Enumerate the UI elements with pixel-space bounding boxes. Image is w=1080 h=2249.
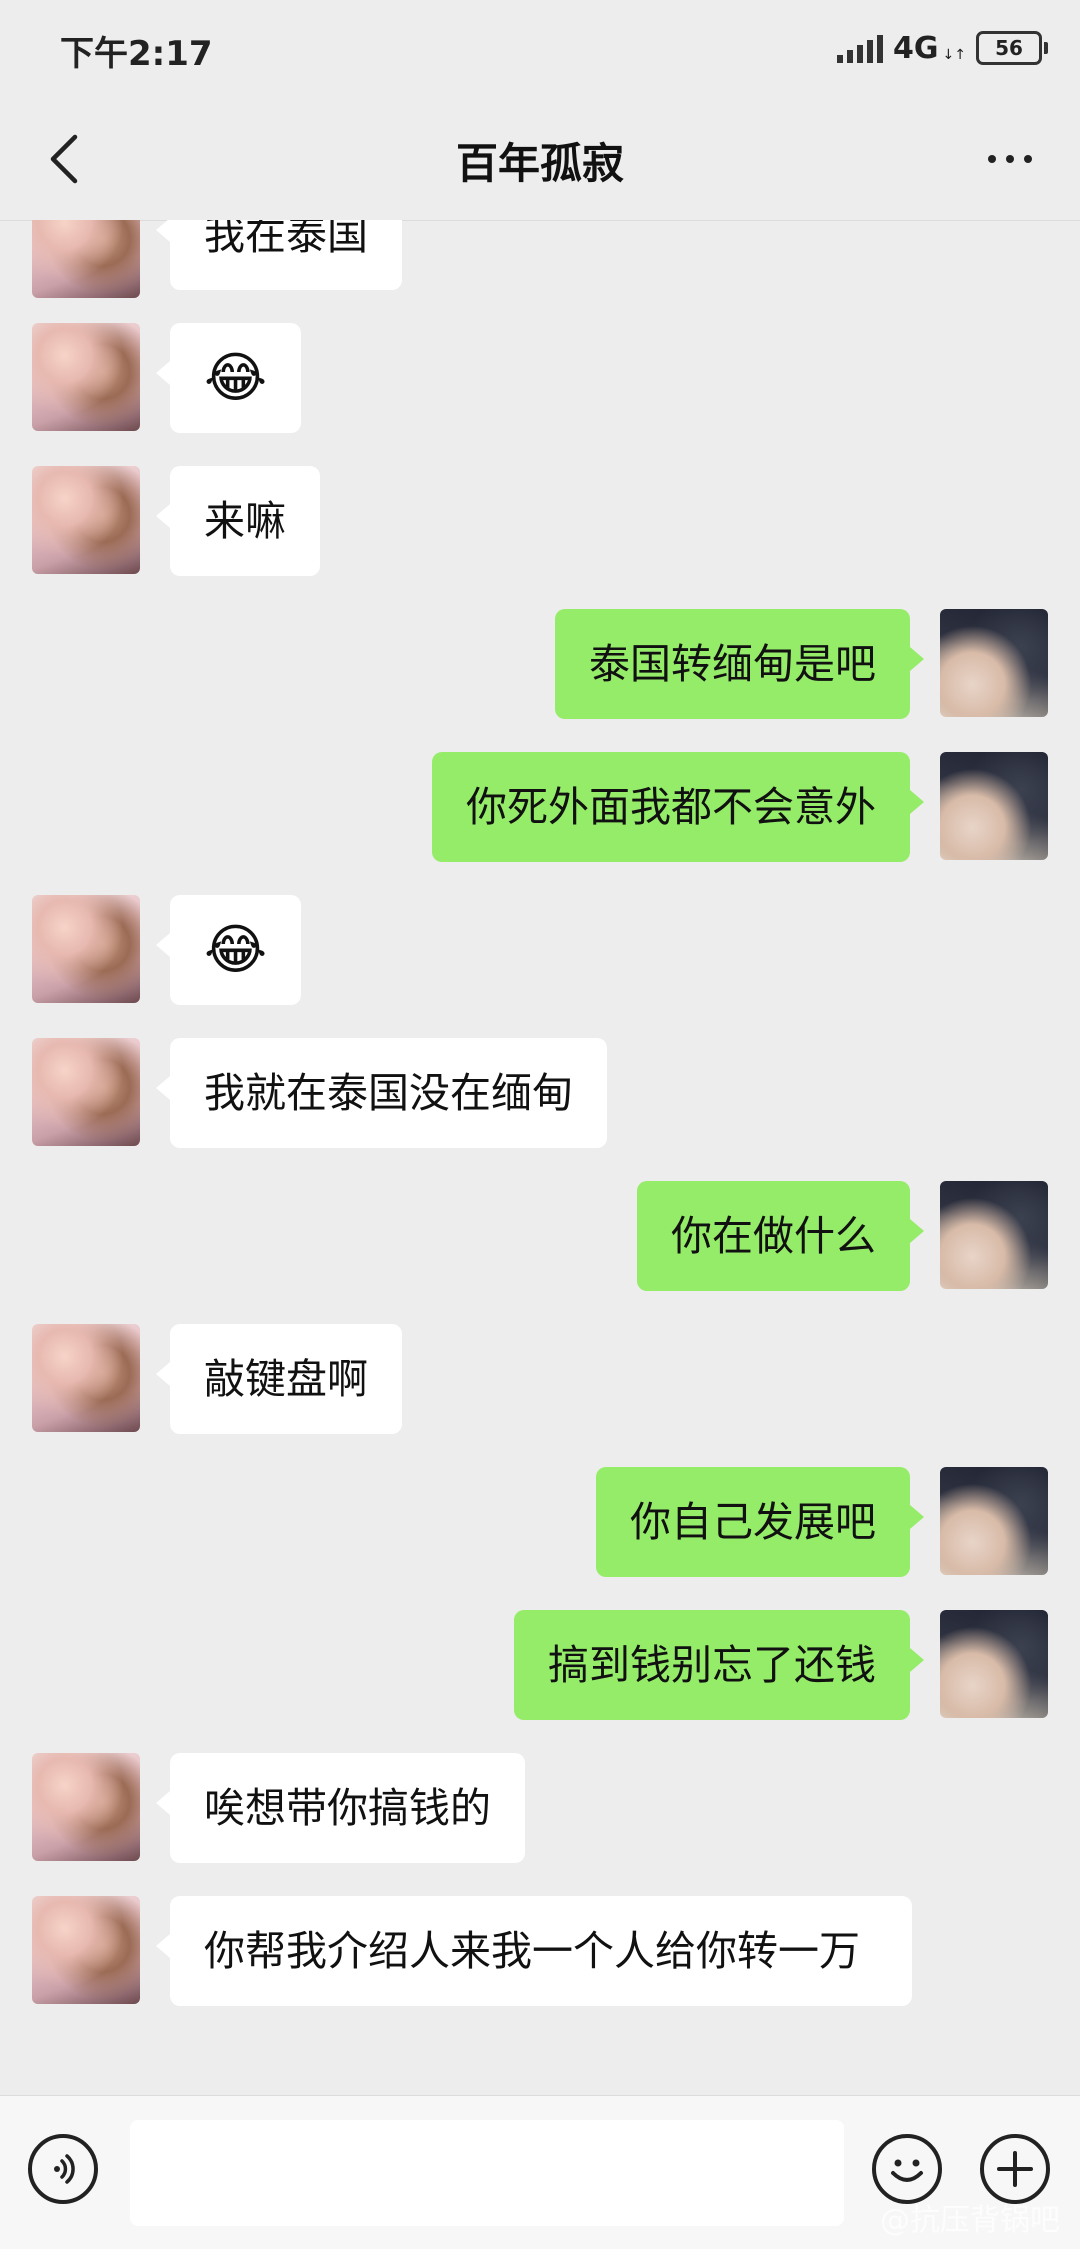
sent-message-bubble[interactable]: 你在做什么	[637, 1181, 924, 1291]
contact-avatar[interactable]	[32, 1324, 140, 1432]
chat-header: 百年孤寂	[0, 96, 1080, 221]
sent-message-bubble[interactable]: 你死外面我都不会意外	[432, 752, 924, 862]
battery-icon: 56	[976, 31, 1048, 65]
received-message-bubble[interactable]: 我在泰国	[156, 220, 402, 290]
message-list[interactable]: 我在泰国 😂 来嘛 泰国转缅甸是吧 你死外面我都不会意外 😂 我就在泰国没在缅甸…	[0, 220, 1080, 2095]
received-message-bubble[interactable]: 我就在泰国没在缅甸	[156, 1038, 607, 1148]
received-emoji-bubble[interactable]: 😂	[155, 895, 302, 1005]
status-time: 下午2:17	[60, 34, 213, 74]
contact-avatar[interactable]	[32, 895, 140, 1003]
contact-avatar[interactable]	[32, 1896, 140, 2004]
plus-icon	[997, 2151, 1033, 2187]
received-message-bubble[interactable]: 你帮我介绍人来我一个人给你转一万	[156, 1896, 912, 2006]
received-message-bubble[interactable]: 唉想带你搞钱的	[156, 1753, 525, 1863]
contact-avatar[interactable]	[32, 466, 140, 574]
my-avatar[interactable]	[940, 609, 1048, 717]
contact-avatar[interactable]	[32, 220, 140, 298]
received-message-bubble[interactable]: 来嘛	[156, 466, 320, 576]
network-type: 4G	[893, 30, 939, 66]
sent-message-bubble[interactable]: 搞到钱别忘了还钱	[514, 1610, 924, 1720]
status-indicators: 4G ↓↑ 56	[837, 26, 1048, 70]
my-avatar[interactable]	[940, 1181, 1048, 1289]
more-dot	[1024, 155, 1032, 163]
my-avatar[interactable]	[940, 1467, 1048, 1575]
more-button[interactable]	[970, 124, 1050, 194]
plus-button[interactable]	[980, 2134, 1050, 2204]
status-bar: 下午2:17 4G ↓↑ 56	[0, 0, 1080, 96]
contact-avatar[interactable]	[32, 323, 140, 431]
received-message-bubble[interactable]: 敲键盘啊	[156, 1324, 402, 1434]
signal-icon	[837, 33, 884, 63]
data-activity-icon: ↓↑	[942, 47, 966, 63]
voice-icon	[54, 2154, 75, 2184]
contact-avatar[interactable]	[32, 1753, 140, 1861]
chat-title: 百年孤寂	[455, 139, 624, 188]
sent-message-bubble[interactable]: 你自己发展吧	[596, 1467, 924, 1577]
my-avatar[interactable]	[940, 1610, 1048, 1718]
message-input[interactable]	[130, 2120, 844, 2226]
more-dot	[988, 155, 996, 163]
received-emoji-bubble[interactable]: 😂	[155, 323, 302, 433]
my-avatar[interactable]	[940, 752, 1048, 860]
sent-message-bubble[interactable]: 泰国转缅甸是吧	[555, 609, 924, 719]
watermark: @抗压背锅吧	[880, 2203, 1060, 2238]
voice-button[interactable]	[28, 2134, 98, 2204]
emoji-button[interactable]	[872, 2134, 942, 2204]
battery-level: 56	[995, 36, 1023, 60]
more-dot	[1006, 155, 1014, 163]
emoji-face-icon	[891, 2159, 923, 2182]
contact-avatar[interactable]	[32, 1038, 140, 1146]
